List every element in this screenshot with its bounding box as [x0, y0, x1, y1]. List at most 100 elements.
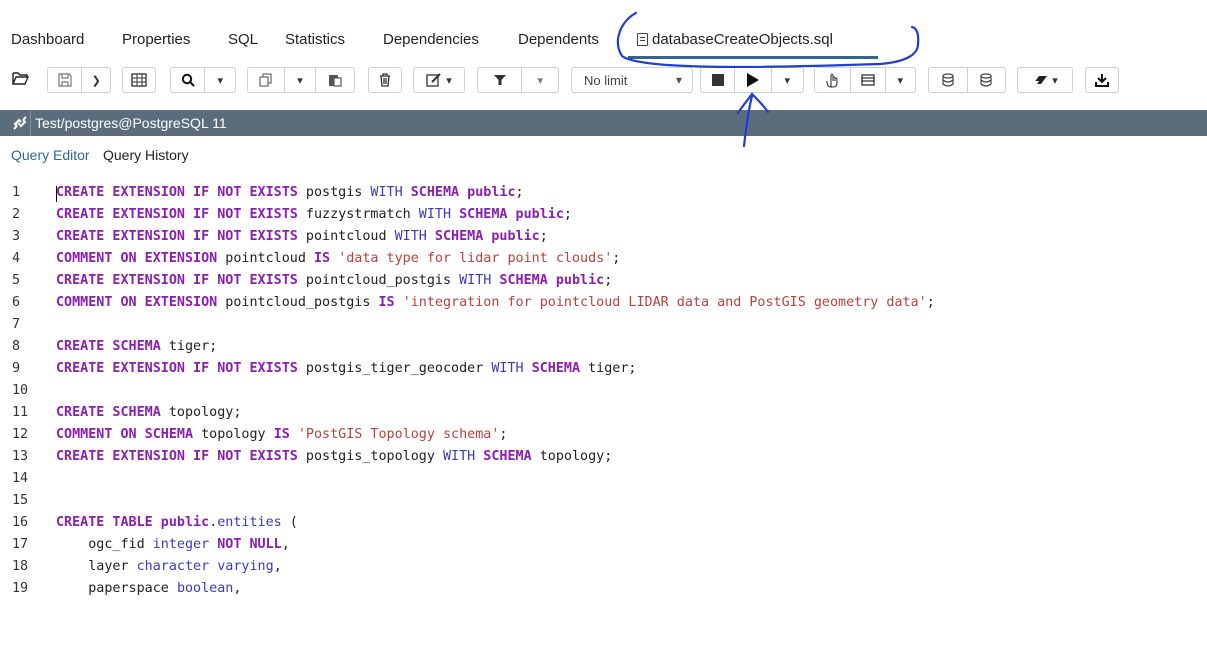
line-number: 11	[12, 405, 29, 420]
find-button-group: ▾	[170, 67, 236, 93]
sql-editor[interactable]: 1 CREATE EXTENSION IF NOT EXISTS postgis …	[0, 176, 1207, 666]
code-token: tiger;	[580, 361, 637, 376]
code-token: fuzzystrmatch	[297, 207, 419, 222]
find-options-button[interactable]: ▾	[205, 68, 235, 92]
explain-options-button[interactable]: ▾	[886, 68, 915, 92]
delete-icon	[380, 73, 390, 87]
chevron-down-icon: ▾	[446, 74, 452, 87]
line-number: 9	[12, 361, 21, 376]
code-token: ,	[281, 537, 290, 552]
line-number: 12	[12, 427, 29, 442]
line-number: 6	[12, 295, 21, 310]
save-options-button[interactable]: ❯	[82, 68, 110, 92]
code-token: ;	[515, 185, 524, 200]
code-token: topology	[193, 427, 274, 442]
tab-query-history[interactable]: Query History	[103, 147, 189, 163]
code-text: paperspace boolean,	[56, 578, 241, 600]
stop-button[interactable]	[701, 68, 736, 92]
code-token: paperspace	[56, 581, 177, 596]
row-limit-select[interactable]: No limit ▾	[571, 67, 693, 93]
line-number: 7	[12, 317, 21, 332]
text-cursor	[56, 186, 57, 202]
copy-options-button[interactable]: ▾	[285, 68, 316, 92]
line-number: 8	[12, 339, 21, 354]
download-button[interactable]	[1085, 67, 1119, 93]
tab-statistics[interactable]: Statistics	[285, 31, 345, 48]
code-token: integer	[152, 537, 210, 552]
code-token: CREATE EXTENSION IF NOT EXISTS	[56, 207, 298, 222]
chevron-down-icon: ❯	[91, 74, 101, 87]
execute-button[interactable]	[735, 68, 772, 92]
code-token: topology;	[531, 449, 613, 464]
code-token: pointcloud	[297, 229, 395, 244]
filter-options-button[interactable]: ▾	[522, 68, 558, 92]
code-text: COMMENT ON SCHEMA topology IS 'PostGIS T…	[56, 424, 507, 446]
line-number: 15	[12, 493, 29, 508]
paste-button[interactable]	[316, 68, 354, 92]
chevron-down-icon: ▾	[297, 74, 303, 87]
rollback-button[interactable]	[968, 68, 1006, 92]
code-token: COMMENT ON SCHEMA	[56, 427, 194, 442]
execute-icon	[746, 73, 759, 87]
code-token: ;	[612, 251, 621, 266]
tab-sql[interactable]: SQL	[228, 31, 258, 48]
save-button[interactable]	[48, 68, 83, 92]
code-token: ;	[563, 207, 572, 222]
code-text: layer character varying,	[56, 556, 282, 578]
connection-status-icon[interactable]	[11, 114, 29, 132]
delete-button[interactable]	[368, 67, 402, 93]
code-token: CREATE EXTENSION IF NOT EXISTS	[56, 273, 298, 288]
code-token: ,	[273, 559, 282, 574]
code-text: CREATE SCHEMA topology;	[56, 402, 241, 424]
tab-dependencies[interactable]: Dependencies	[383, 31, 479, 48]
tab-query-file[interactable]: databaseCreateObjects.sql	[637, 31, 833, 48]
search-icon	[181, 73, 195, 87]
paste-icon	[329, 75, 342, 87]
code-token: SCHEMA public	[434, 229, 540, 244]
line-number: 2	[12, 207, 21, 222]
code-token: SCHEMA	[531, 361, 581, 376]
filter-button[interactable]	[478, 68, 523, 92]
tab-query-editor[interactable]: Query Editor	[11, 147, 90, 163]
explain-analyze-button[interactable]	[851, 68, 886, 92]
clear-button[interactable]: ▾	[1017, 67, 1073, 93]
tab-query-file-label: databaseCreateObjects.sql	[652, 31, 833, 48]
line-number: 17	[12, 537, 29, 552]
code-token: WITH	[459, 273, 492, 288]
code-token: 'PostGIS Topology schema'	[297, 427, 500, 442]
code-token: (	[281, 515, 298, 530]
explain-button[interactable]	[815, 68, 852, 92]
line-number: 19	[12, 581, 29, 596]
chevron-down-icon: ▾	[537, 74, 543, 87]
commit-button[interactable]	[929, 68, 968, 92]
execute-options-button[interactable]: ▾	[772, 68, 803, 92]
code-token: 'data type for lidar point clouds'	[338, 251, 613, 266]
code-token: WITH	[394, 229, 427, 244]
find-button[interactable]	[171, 68, 206, 92]
code-token: postgis	[297, 185, 371, 200]
edit-button[interactable]: ▾	[413, 67, 465, 93]
code-token: character varying	[136, 559, 274, 574]
line-number: 3	[12, 229, 21, 244]
find-grid-button[interactable]	[122, 67, 156, 93]
code-token: SCHEMA	[483, 449, 532, 464]
tab-dependents[interactable]: Dependents	[518, 31, 599, 48]
execute-button-group: ▾	[700, 67, 804, 93]
open-file-icon	[12, 72, 30, 85]
code-token: pointcloud_postgis	[217, 295, 379, 310]
copy-button[interactable]	[248, 68, 285, 92]
tab-dashboard[interactable]: Dashboard	[11, 31, 84, 48]
code-token: COMMENT ON EXTENSION	[56, 251, 218, 266]
chevron-down-icon: ▾	[217, 74, 223, 87]
line-number: 1	[12, 185, 21, 200]
connection-label[interactable]: Test/postgres@PostgreSQL 11	[35, 115, 227, 131]
connection-bar: Test/postgres@PostgreSQL 11	[0, 110, 1207, 136]
code-token: CREATE EXTENSION IF NOT EXISTS	[56, 361, 298, 376]
line-number: 13	[12, 449, 29, 464]
tab-properties[interactable]: Properties	[122, 31, 190, 48]
code-token: COMMENT ON EXTENSION	[56, 295, 218, 310]
